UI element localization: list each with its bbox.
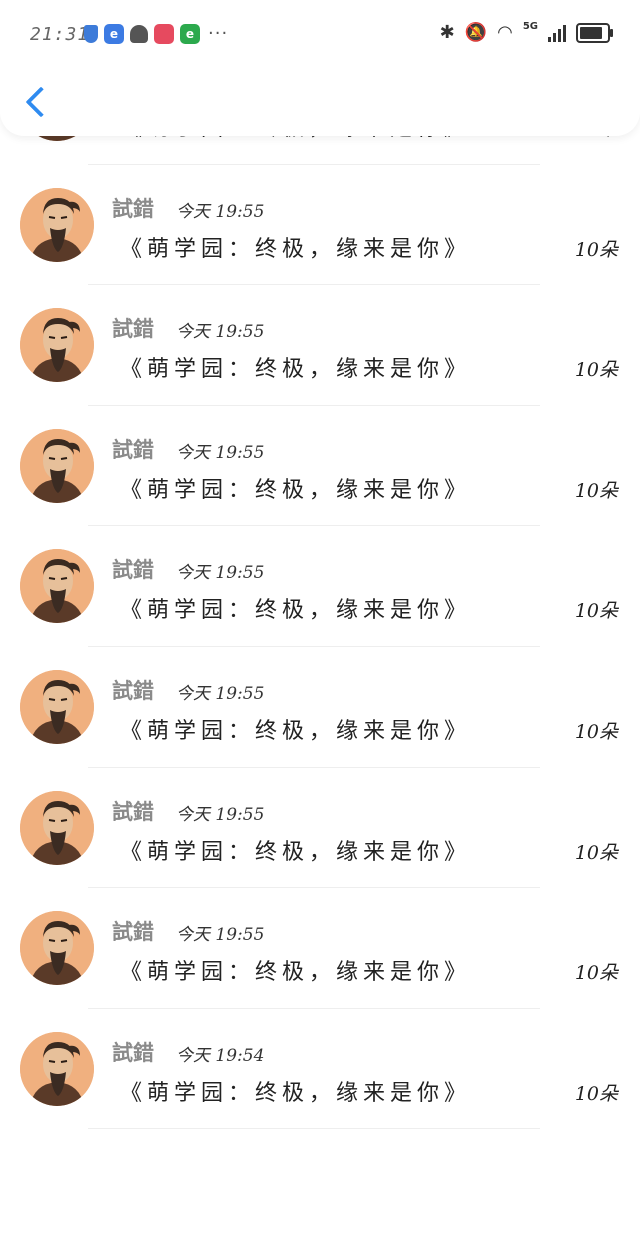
gift-message-list: 試錯 今天 19:55 《萌学园：终极，缘来是你》 10朵 試錯 今天 19:5… bbox=[0, 44, 640, 1130]
divider bbox=[88, 1128, 540, 1130]
list-item[interactable]: 試錯 今天 19:55 《萌学园：终极，缘来是你》 10朵 bbox=[0, 888, 640, 1009]
network-type: 5G bbox=[522, 20, 538, 32]
app-green-icon: e bbox=[180, 23, 200, 44]
system-icons: ✱ 🔕 ◠ 5G bbox=[439, 20, 613, 43]
battery-icon bbox=[576, 22, 613, 43]
message-text: 《萌学园：终极，缘来是你》 bbox=[120, 718, 472, 744]
book-icon bbox=[154, 23, 174, 44]
list-item[interactable]: 試錯 今天 19:55 《萌学园：终极，缘来是你》 10朵 bbox=[0, 406, 640, 527]
list-item[interactable]: 試錯 今天 19:54 《萌学园：终极，缘来是你》 10朵 bbox=[0, 1009, 640, 1130]
gift-count: 10朵 bbox=[574, 600, 618, 623]
app-notification-icon: e bbox=[104, 23, 124, 44]
timestamp: 今天 19:54 bbox=[176, 1045, 265, 1066]
timestamp: 今天 19:55 bbox=[176, 442, 265, 463]
timestamp: 今天 19:55 bbox=[176, 563, 265, 584]
list-item[interactable]: 試錯 今天 19:55 《萌学园：终极，缘来是你》 10朵 bbox=[0, 285, 640, 406]
username[interactable]: 試錯 bbox=[112, 675, 154, 705]
avatar[interactable] bbox=[20, 911, 94, 986]
timestamp: 今天 19:55 bbox=[176, 201, 265, 222]
avatar[interactable] bbox=[20, 1031, 94, 1106]
message-text: 《萌学园：终极，缘来是你》 bbox=[120, 236, 472, 262]
status-time: 21:31 bbox=[30, 24, 90, 45]
message-text: 《萌学园：终极，缘来是你》 bbox=[120, 477, 472, 503]
message-text: 《萌学园：终极，缘来是你》 bbox=[120, 357, 472, 383]
chevron-left-icon bbox=[25, 86, 57, 118]
message-text: 《萌学园：终极，缘来是你》 bbox=[120, 839, 472, 865]
signal-icon bbox=[548, 24, 566, 42]
gift-count: 10朵 bbox=[574, 238, 618, 261]
more-notifications-icon: ··· bbox=[208, 23, 229, 44]
avatar[interactable] bbox=[20, 308, 94, 383]
list-item[interactable]: 試錯 今天 19:55 《萌学园：终极，缘来是你》 10朵 bbox=[0, 165, 640, 286]
username[interactable]: 試錯 bbox=[112, 313, 154, 343]
timestamp: 今天 19:55 bbox=[176, 925, 265, 946]
qq-icon bbox=[130, 24, 148, 43]
timestamp: 今天 19:55 bbox=[176, 322, 265, 343]
username[interactable]: 試錯 bbox=[112, 796, 154, 826]
timestamp: 今天 19:55 bbox=[176, 683, 265, 704]
message-text: 《萌学园：终极，缘来是你》 bbox=[120, 598, 472, 624]
gift-count: 10朵 bbox=[574, 720, 618, 743]
notification-icons: e e ··· bbox=[84, 23, 228, 44]
avatar[interactable] bbox=[20, 549, 94, 624]
username[interactable]: 試錯 bbox=[112, 1037, 154, 1067]
list-item[interactable]: 試錯 今天 19:55 《萌学园：终极，缘来是你》 10朵 bbox=[0, 647, 640, 768]
username[interactable]: 試錯 bbox=[112, 434, 154, 464]
shield-icon bbox=[84, 24, 98, 43]
gift-count: 10朵 bbox=[574, 841, 618, 864]
message-text: 《萌学园：终极，缘来是你》 bbox=[120, 960, 472, 986]
gift-count: 10朵 bbox=[574, 359, 618, 382]
gift-count: 10朵 bbox=[574, 962, 618, 985]
timestamp: 今天 19:55 bbox=[176, 804, 265, 825]
gift-count: 10朵 bbox=[574, 479, 618, 502]
avatar[interactable] bbox=[20, 428, 94, 503]
username[interactable]: 試錯 bbox=[112, 916, 154, 946]
mute-bell-icon: 🔕 bbox=[464, 22, 488, 43]
username[interactable]: 試錯 bbox=[112, 193, 154, 223]
wifi-icon: ◠ bbox=[497, 22, 513, 43]
bluetooth-icon: ✱ bbox=[439, 22, 455, 43]
list-item[interactable]: 試錯 今天 19:55 《萌学园：终极，缘来是你》 10朵 bbox=[0, 768, 640, 889]
username[interactable]: 試錯 bbox=[112, 554, 154, 584]
avatar[interactable] bbox=[20, 790, 94, 865]
avatar[interactable] bbox=[20, 669, 94, 744]
avatar[interactable] bbox=[20, 187, 94, 262]
top-bar: 21:31 e e ··· ✱ 🔕 ◠ 5G bbox=[0, 0, 640, 136]
back-button[interactable] bbox=[18, 80, 57, 124]
message-text: 《萌学园：终极，缘来是你》 bbox=[120, 1080, 472, 1106]
gift-count: 10朵 bbox=[574, 1082, 618, 1105]
list-item[interactable]: 試錯 今天 19:55 《萌学园：终极，缘来是你》 10朵 bbox=[0, 526, 640, 647]
